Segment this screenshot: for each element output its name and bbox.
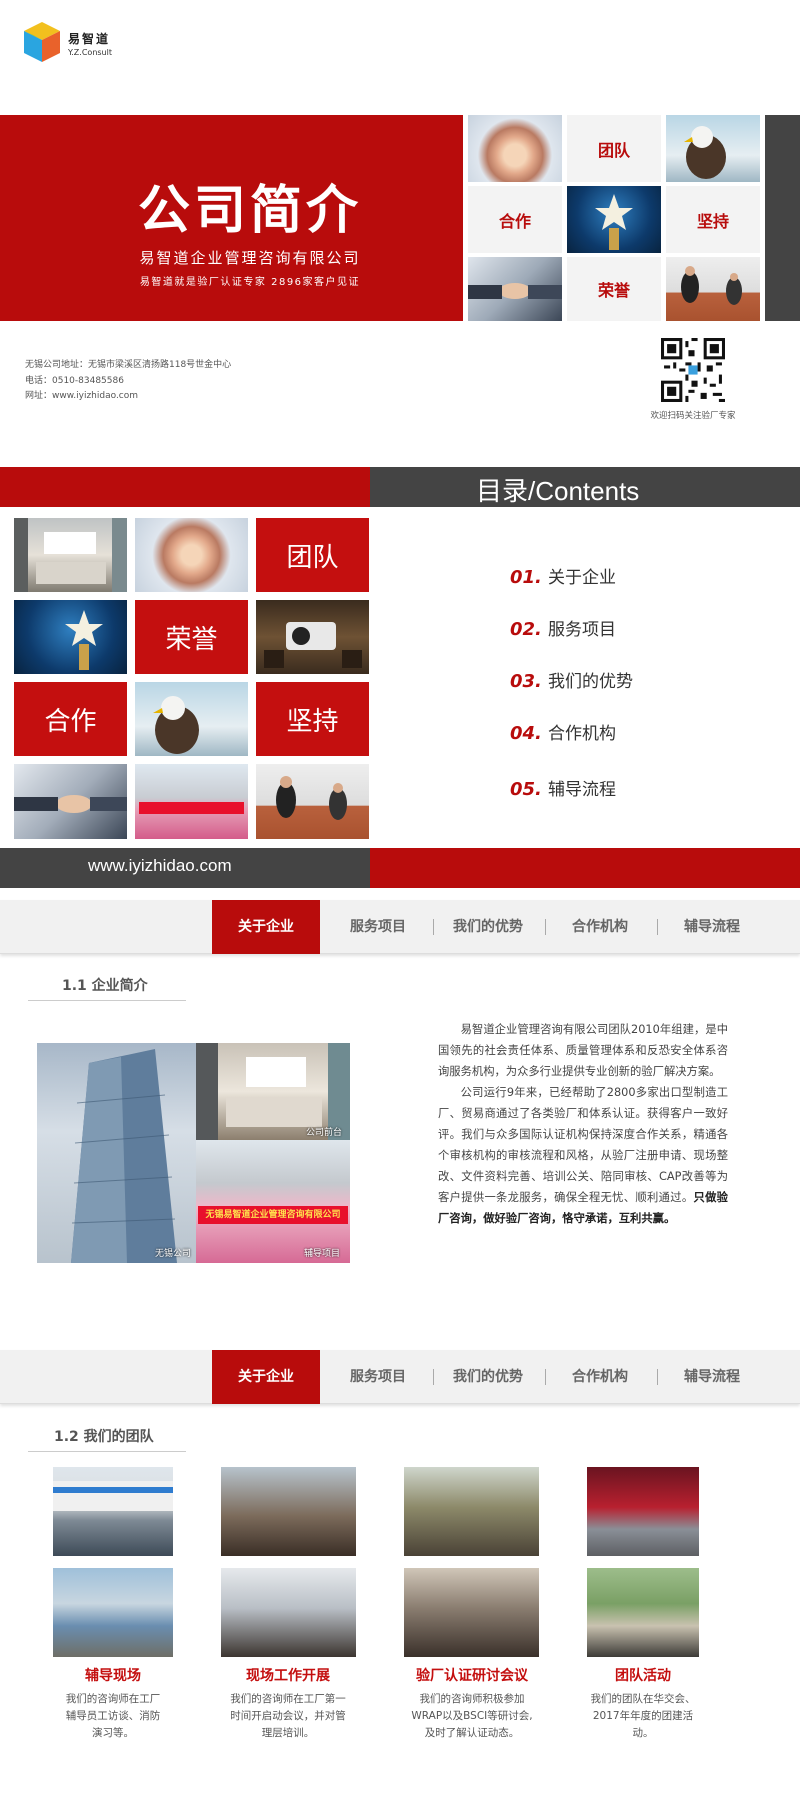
- toc-photo-reception: [14, 518, 127, 592]
- cover-tile-honor: 荣誉: [567, 257, 661, 321]
- intro-heading: 1.1 企业简介: [62, 978, 148, 994]
- team-desc-4: 我们的团队在华交会、 2017年年度的团建活 动。: [590, 1693, 696, 1739]
- runners-icon: [681, 266, 742, 305]
- team-photo-meeting-1: [221, 1467, 356, 1556]
- qr-code-icon[interactable]: [661, 338, 725, 402]
- toc-photo-group: [135, 764, 248, 839]
- contact-website[interactable]: 网址：www.iyizhidao.com: [25, 388, 138, 401]
- intro-paragraph-1: 易智道企业管理咨询有限公司团队2010年组建，是中国领先的社会责任体系、质量管理…: [438, 1023, 728, 1078]
- team-caption-2: 现场工作开展: [246, 1668, 330, 1684]
- handshake-icon: [468, 283, 562, 299]
- eagle-icon: [684, 126, 726, 179]
- cover-tile-cooperation: 合作: [468, 186, 562, 253]
- toc-tile-team: 团队: [256, 518, 369, 592]
- section-nav-2: 关于企业 服务项目 我们的优势 合作机构 辅导流程: [0, 1350, 800, 1404]
- url-red-bar: [370, 848, 800, 888]
- toc-tile-persist: 坚持: [256, 682, 369, 756]
- logo[interactable]: 易智道 Y.Z.Consult: [22, 20, 122, 68]
- team-caption-1: 辅导现场: [85, 1668, 141, 1684]
- team-caption-4: 团队活动: [615, 1668, 671, 1684]
- team-photo-seminar-2: [404, 1568, 539, 1657]
- toc-title: 目录/Contents: [476, 476, 640, 506]
- intro-paragraph-2: 公司运行9年来，已经帮助了2800多家出口型制造工厂、贸易商通过了各类验厂和体系…: [438, 1086, 728, 1225]
- team-photo-site-1: [53, 1467, 173, 1556]
- toc-photo-projector: [256, 600, 369, 674]
- toc-tile-honor: 荣誉: [135, 600, 248, 674]
- logo-text-cn: 易智道: [68, 32, 111, 46]
- nav-tab-partners[interactable]: 合作机构: [550, 1350, 650, 1404]
- nav-tab-about[interactable]: 关于企业: [212, 1350, 320, 1404]
- cover-tile-team: 团队: [567, 115, 661, 182]
- photo-label-building: 无锡公司: [155, 1249, 192, 1259]
- team-photo-meeting-2: [221, 1568, 356, 1657]
- toc-photo-handshake: [14, 764, 127, 839]
- toc-tile-cooperation: 合作: [14, 682, 127, 756]
- intro-banner-text: 无锡易智道企业管理咨询有限公司: [198, 1206, 348, 1224]
- team-desc-2: 我们的咨询师在工厂第一 时间开启动会议，并对管 理层培训。: [230, 1693, 346, 1739]
- photo-label-project: 辅导项目: [304, 1249, 341, 1259]
- intro-heading-underline: [28, 1000, 186, 1001]
- contact-address: 无锡公司地址：无锡市梁溪区清扬路118号世金中心: [25, 360, 232, 370]
- toc-photo-star: [14, 600, 127, 674]
- cover-company-name: 易智道企业管理咨询有限公司: [139, 249, 361, 267]
- nav-tab-process[interactable]: 辅导流程: [662, 900, 762, 954]
- team-heading: 1.2 我们的团队: [54, 1429, 154, 1445]
- logo-text-en: Y.Z.Consult: [68, 48, 112, 57]
- team-caption-3: 验厂认证研讨会议: [416, 1668, 528, 1684]
- nav-tab-services[interactable]: 服务项目: [328, 1350, 428, 1404]
- cover-photo-runners: [666, 257, 760, 321]
- team-photo-seminar-1: [404, 1467, 539, 1556]
- cover-tile-persist: 坚持: [666, 186, 760, 253]
- photo-label-reception: 公司前台: [306, 1128, 343, 1138]
- cover-photo-hands: [468, 115, 562, 182]
- toc-item-3[interactable]: 03. 我们的优势: [510, 667, 633, 692]
- team-photo-activity-2: [587, 1568, 699, 1657]
- team-desc-3: 我们的咨询师积极参加 WRAP以及BSCI等研讨会, 及时了解认证动态。: [411, 1693, 533, 1739]
- cover-photo-eagle: [666, 115, 760, 182]
- star-trophy-icon: [595, 194, 633, 250]
- team-photo-activity-1: [587, 1467, 699, 1556]
- cover-photo-star-trophy: [567, 186, 661, 253]
- toc-photo-runners: [256, 764, 369, 839]
- toc-photo-eagle: [135, 682, 248, 756]
- page: 易智道 Y.Z.Consult 公司简介 易智道企业管理咨询有限公司 易智道就是…: [0, 0, 800, 1800]
- intro-photo-project: 无锡易智道企业管理咨询有限公司 辅导项目: [196, 1140, 350, 1263]
- intro-text: 易智道企业管理咨询有限公司团队2010年组建，是中国领先的社会责任体系、质量管理…: [438, 1019, 728, 1229]
- toc-red-bar: [0, 467, 370, 507]
- toc-item-5[interactable]: 05. 辅导流程: [510, 775, 616, 800]
- intro-photo-reception: 公司前台: [196, 1043, 350, 1140]
- toc-item-4[interactable]: 04. 合作机构: [510, 719, 616, 744]
- toc-item-1[interactable]: 01. 关于企业: [510, 563, 616, 588]
- nav-tab-services[interactable]: 服务项目: [328, 900, 428, 954]
- team-desc-1: 我们的咨询师在工厂 辅导员工访谈、消防 演习等。: [65, 1693, 161, 1739]
- nav-tab-about[interactable]: 关于企业: [212, 900, 320, 954]
- team-heading-underline: [28, 1451, 186, 1452]
- toc-photo-hands: [135, 518, 248, 592]
- cover-title: 公司简介: [137, 181, 362, 241]
- cover-photo-handshake: [468, 257, 562, 321]
- intro-photo-building: 无锡公司: [37, 1043, 196, 1263]
- nav-tab-advantages[interactable]: 我们的优势: [438, 900, 538, 954]
- website-url[interactable]: www.iyizhidao.com: [88, 856, 232, 876]
- nav-tab-partners[interactable]: 合作机构: [550, 900, 650, 954]
- toc-item-2[interactable]: 02. 服务项目: [510, 615, 616, 640]
- section-nav-1: 关于企业 服务项目 我们的优势 合作机构 辅导流程: [0, 900, 800, 954]
- nav-tab-process[interactable]: 辅导流程: [662, 1350, 762, 1404]
- cover-dark-strip: [765, 115, 800, 321]
- logo-cube-icon: [24, 22, 60, 62]
- contact-phone: 电话：0510-83485586: [25, 376, 124, 386]
- cover-slogan: 易智道就是验厂认证专家 2896家客户见证: [139, 277, 361, 288]
- qr-caption: 欢迎扫码关注验厂专家: [650, 411, 736, 421]
- nav-tab-advantages[interactable]: 我们的优势: [438, 1350, 538, 1404]
- team-photo-site-2: [53, 1568, 173, 1657]
